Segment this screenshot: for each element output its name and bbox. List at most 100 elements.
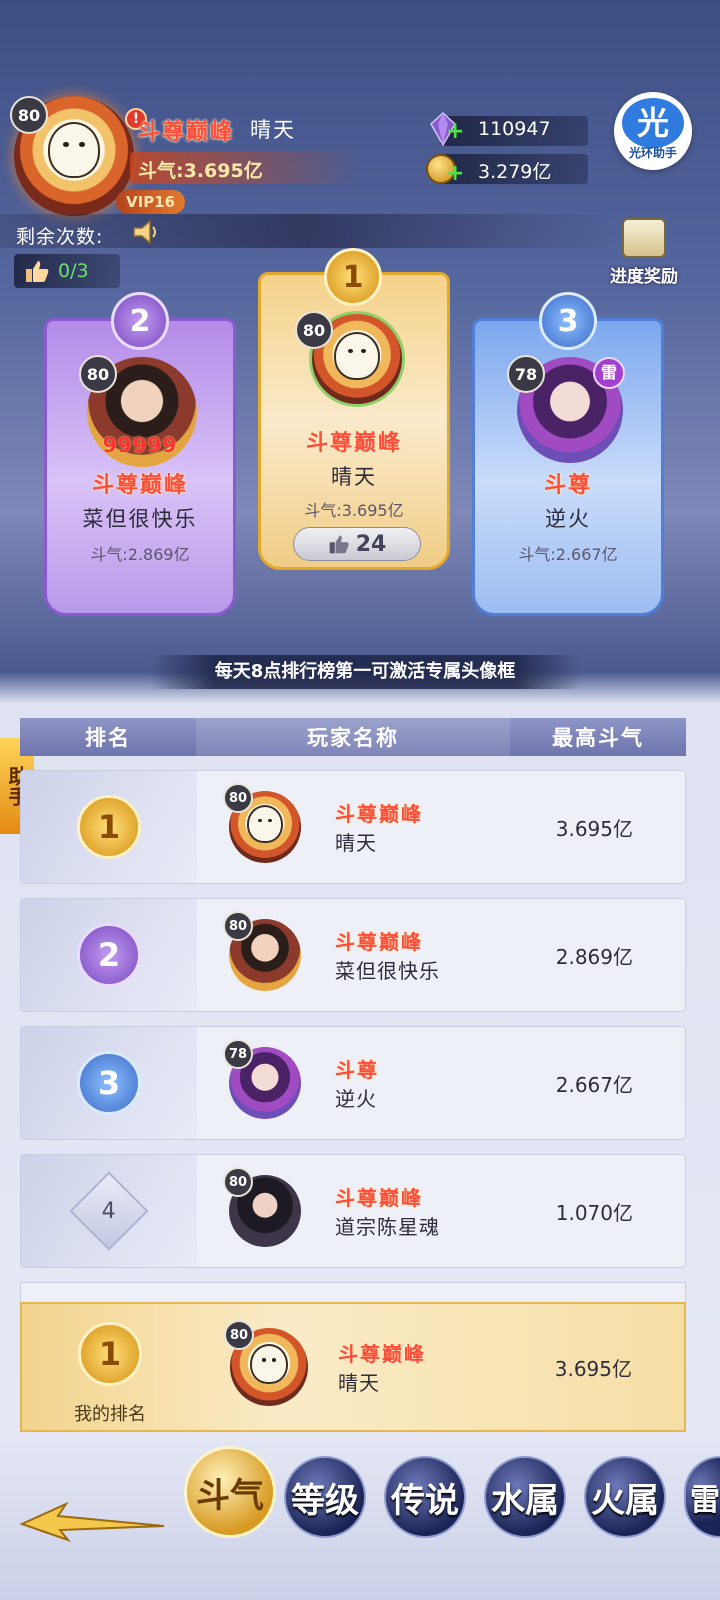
podium-first-name: 晴天: [331, 465, 377, 489]
podium-second-badge: 99999: [102, 433, 178, 457]
podium-third-level: 78: [514, 364, 538, 384]
level-badge: 80: [223, 1167, 253, 1197]
tab-water[interactable]: 水属: [484, 1456, 566, 1538]
podium-first-level: 80: [302, 320, 326, 340]
rank-cell: 4: [21, 1155, 197, 1267]
level-number: 80: [228, 918, 248, 934]
level-number: 80: [228, 790, 248, 806]
player-title: 斗尊巅峰: [335, 802, 423, 826]
power-value: 2.869亿: [555, 944, 633, 969]
power-value: 2.667亿: [555, 1072, 633, 1097]
rank-blue-medal-icon: 3: [77, 1051, 141, 1115]
rank-cell: 2: [21, 899, 197, 1011]
podium-first-power: 斗气:3.695亿: [304, 501, 404, 520]
helper-button[interactable]: 光 光环助手: [614, 92, 692, 170]
rank-number: 1: [97, 808, 121, 846]
player-power: 斗气:3.695亿: [138, 160, 263, 182]
info-banner: 每天8点排行榜第一可激活专属头像框: [150, 655, 580, 689]
power-value: 3.695亿: [555, 816, 633, 841]
tab-thunder-label: 雷: [690, 1483, 720, 1518]
rank-number: 3: [97, 1064, 121, 1102]
back-arrow-icon[interactable]: [18, 1486, 168, 1546]
table-row[interactable]: 3 78 斗尊 逆火 2.667亿: [20, 1026, 686, 1140]
tab-water-label: 水属: [491, 1480, 559, 1521]
header-player: 玩家名称: [196, 718, 510, 756]
player-title: 斗尊巅峰: [138, 120, 235, 145]
avatar: 80: [223, 1167, 301, 1247]
podium-third-card[interactable]: 78 雷 斗尊 逆火 斗气:2.667亿: [472, 318, 664, 616]
podium-second-level-badge: 80: [79, 355, 117, 393]
podium-third-title: 斗尊: [543, 473, 592, 498]
my-rank-label: 我的排名: [74, 1404, 146, 1425]
tab-fire-label: 火属: [591, 1480, 659, 1521]
header-power: 最高斗气: [552, 726, 644, 750]
player-name: 菜但很快乐: [335, 959, 440, 983]
level-number: 78: [228, 1046, 248, 1062]
player-title: 斗尊巅峰: [338, 1342, 426, 1366]
gold-add-icon[interactable]: +: [446, 163, 464, 185]
podium-third-power: 斗气:2.667亿: [518, 545, 618, 564]
speaker-icon: [130, 218, 160, 246]
like-thumb-icon: [329, 535, 349, 554]
progress-reward-button[interactable]: 进度奖励: [596, 218, 692, 292]
tab-level[interactable]: 等级: [284, 1456, 366, 1538]
player-name: 道宗陈星魂: [335, 1215, 440, 1239]
rank-gold-medal-icon: 1: [77, 795, 141, 859]
tab-power[interactable]: 斗气: [184, 1446, 276, 1538]
podium-third-rank: 3: [557, 303, 579, 339]
podium-third-element-badge: 雷: [593, 357, 625, 389]
podium-third-name: 逆火: [545, 507, 591, 531]
player-level: 80: [17, 105, 41, 125]
podium-first-like-button[interactable]: 24: [293, 527, 421, 561]
avatar: 80: [224, 1320, 308, 1406]
table-row[interactable]: 2 80 斗尊巅峰 菜但很快乐 2.869亿: [20, 898, 686, 1012]
player-title: 斗尊巅峰: [335, 930, 423, 954]
likes-count: 0/3: [58, 260, 89, 282]
my-rank-medal-icon: 1: [78, 1322, 142, 1386]
podium-second-name: 菜但很快乐: [82, 507, 198, 531]
podium-second-title: 斗尊巅峰: [91, 473, 188, 498]
podium-first-medal: 1: [324, 248, 382, 306]
power-value: 3.695亿: [554, 1356, 632, 1381]
avatar: 78: [223, 1039, 301, 1119]
rank-cell: 1: [21, 771, 197, 883]
table-row[interactable]: 4 80 斗尊巅峰 道宗陈星魂 1.070亿: [20, 1154, 686, 1268]
reward-chest-icon: [622, 218, 666, 258]
header-rank: 排名: [85, 726, 131, 750]
rank-diamond-icon: 4: [69, 1171, 149, 1251]
podium-second-card[interactable]: 80 99999 斗尊巅峰 菜但很快乐 斗气:2.869亿: [44, 318, 236, 616]
podium-first-card[interactable]: 80 斗尊巅峰 晴天 斗气:3.695亿 24: [258, 272, 450, 570]
podium-second-rank: 2: [129, 303, 151, 339]
crystal-amount: 110947: [478, 118, 551, 140]
player-name: 晴天: [335, 831, 377, 855]
my-rank-row[interactable]: 1 我的排名 80 斗尊巅峰 晴天 3.695亿: [20, 1302, 686, 1432]
tab-level-label: 等级: [291, 1480, 359, 1521]
rank-cell: 3: [21, 1027, 197, 1139]
player-title: 斗尊巅峰: [335, 1186, 423, 1210]
level-badge: 80: [223, 911, 253, 941]
reward-label: 进度奖励: [610, 267, 678, 287]
player-name: 逆火: [335, 1087, 377, 1111]
podium-second-medal: 2: [111, 292, 169, 350]
tab-power-label: 斗气: [196, 1475, 264, 1516]
thumbs-up-icon[interactable]: [24, 258, 50, 284]
power-value: 1.070亿: [555, 1200, 633, 1225]
podium-third-level-badge: 78: [507, 355, 545, 393]
table-row[interactable]: 1 80 斗尊巅峰 晴天 3.695亿: [20, 770, 686, 884]
podium-third-medal: 3: [539, 292, 597, 350]
helper-label: 光环助手: [628, 146, 677, 160]
vip-badge: VIP16: [116, 190, 186, 214]
level-number: 80: [228, 1174, 248, 1190]
level-number: 80: [229, 1327, 249, 1343]
my-rank-cell: 1 我的排名: [22, 1304, 198, 1430]
my-rank-number: 1: [98, 1335, 122, 1373]
avatar: 80: [223, 783, 301, 863]
gold-amount: 3.279亿: [478, 161, 552, 183]
helper-icon: 光: [622, 98, 684, 148]
player-title: 斗尊: [335, 1058, 379, 1082]
tab-legend[interactable]: 传说: [384, 1456, 466, 1538]
tab-fire[interactable]: 火属: [584, 1456, 666, 1538]
crystal-add-icon[interactable]: +: [446, 121, 464, 143]
player-level-badge: 80: [10, 96, 48, 134]
rank-number: 2: [97, 936, 121, 974]
